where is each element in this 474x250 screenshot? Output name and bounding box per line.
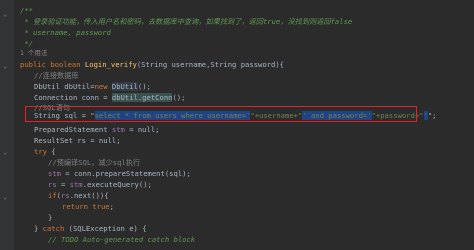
usage-hint[interactable]: 1 个用法 bbox=[20, 48, 47, 59]
keyword: true bbox=[92, 202, 110, 211]
code-line: public boolean Login_verify(String usern… bbox=[20, 59, 284, 70]
code-text: } bbox=[48, 213, 53, 222]
code-text: ; bbox=[109, 202, 114, 211]
code-text: .next()){ bbox=[69, 191, 109, 200]
code-text: ResultSet rs = null; bbox=[34, 136, 121, 145]
fold-icon[interactable]: ⌄ bbox=[3, 148, 11, 156]
keyword: catch bbox=[42, 224, 69, 233]
fold-icon[interactable]: ⌄ bbox=[3, 193, 11, 201]
code-line: ResultSet rs = null; bbox=[34, 135, 121, 146]
code-text: PreparedStatement bbox=[34, 125, 112, 134]
code-line: // TODO Auto-generated catch block bbox=[48, 234, 195, 245]
fold-icon[interactable]: ⌄ bbox=[3, 62, 11, 70]
variable: stm bbox=[111, 125, 125, 134]
editor-gutter[interactable]: ⌄ ⌄ ⌄ ⌄ bbox=[0, 0, 14, 250]
code-line: * 登录验证功能，传入用户名和密码，去数据库中查询，如果找到了，返回true，没… bbox=[20, 16, 352, 27]
code-text: } bbox=[34, 224, 43, 233]
comment: //预编译SQL，减少sql执行 bbox=[48, 158, 141, 167]
code-editor[interactable]: ⌄ ⌄ ⌄ ⌄ /** * 登录验证功能，传入用户名和密码，去数据库中查询，如果… bbox=[0, 0, 474, 250]
variable: stm bbox=[69, 180, 83, 189]
code-line: } bbox=[48, 212, 52, 223]
javadoc-text: */ bbox=[20, 39, 33, 48]
code-text: { bbox=[46, 147, 56, 156]
fold-icon[interactable]: ⌄ bbox=[3, 10, 11, 18]
code-text: = conn.prepareStatement(sql); bbox=[60, 169, 191, 178]
code-text: "; bbox=[427, 111, 437, 120]
code-line: try { bbox=[34, 146, 56, 157]
javadoc-text: * 登录验证功能，传入用户名和密码，去数据库中查询，如果找到了，返回true，没… bbox=[20, 17, 353, 26]
class-name: DbUtil bbox=[111, 82, 138, 91]
code-text: DbUtil dbUtil= bbox=[34, 82, 95, 91]
code-text: = bbox=[56, 180, 70, 189]
method-name: Login_verify bbox=[84, 60, 137, 69]
keyword: try bbox=[34, 147, 47, 156]
variable: rs bbox=[48, 180, 57, 189]
comment: //连接数据库 bbox=[34, 71, 79, 80]
javadoc-text: * username, password bbox=[20, 28, 111, 37]
code-text: (); bbox=[172, 93, 186, 102]
code-line: stm = conn.prepareStatement(sql); bbox=[48, 168, 191, 179]
code-text: (SQLException e) { bbox=[68, 224, 147, 233]
javadoc-text: /** bbox=[20, 6, 33, 15]
code-text: (); bbox=[137, 82, 151, 91]
code-text: (String username,String password){ bbox=[136, 60, 284, 69]
keyword: public boolean bbox=[20, 60, 85, 69]
code-line: DbUtil dbUtil=new DbUtil(); bbox=[34, 81, 151, 92]
todo-comment: // TODO Auto-generated catch block bbox=[48, 235, 196, 244]
keyword: if bbox=[48, 191, 57, 200]
code-line: } catch (SQLException e) { bbox=[34, 223, 147, 234]
code-line: //预编译SQL，减少sql执行 bbox=[48, 157, 140, 168]
code-line: if(rs.next()){ bbox=[48, 190, 109, 201]
code-line: return true; bbox=[62, 201, 114, 212]
variable: rs bbox=[60, 191, 70, 200]
variable: stm bbox=[48, 169, 61, 178]
code-line: rs = stm.executeQuery(); bbox=[48, 179, 152, 190]
code-line: /** bbox=[20, 5, 33, 16]
code-text: .executeQuery(); bbox=[82, 180, 152, 189]
code-text: = null; bbox=[124, 125, 160, 134]
code-line: PreparedStatement stm = null; bbox=[34, 124, 160, 135]
method-call: dbUtil.getConn bbox=[111, 93, 173, 102]
highlight-box bbox=[25, 106, 417, 122]
keyword: new bbox=[94, 82, 112, 91]
code-line: //连接数据库 bbox=[34, 70, 79, 81]
code-line: * username, password bbox=[20, 27, 111, 38]
code-text: Connection conn = bbox=[34, 93, 112, 102]
keyword: return bbox=[62, 202, 93, 211]
